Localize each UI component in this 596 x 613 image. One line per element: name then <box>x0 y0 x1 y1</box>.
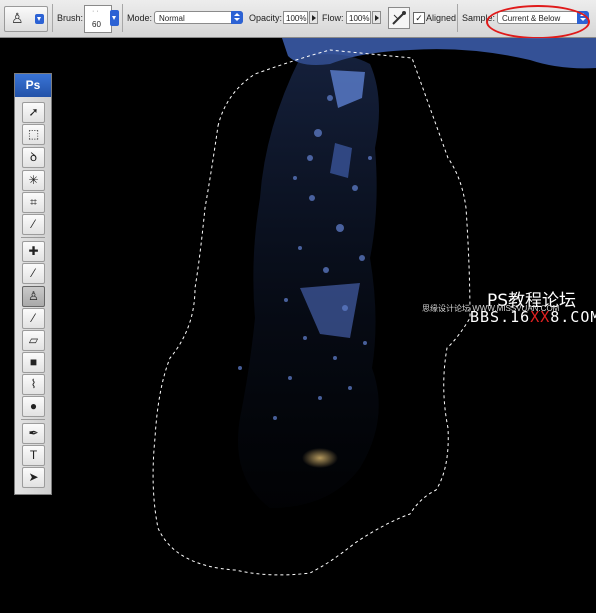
lasso-tool-icon[interactable]: ꝺ <box>22 147 45 168</box>
mode-select[interactable]: Normal <box>154 11 243 24</box>
brush-tip-icon: · · <box>92 8 99 15</box>
brush-tool-icon[interactable]: ⁄ <box>22 263 45 284</box>
aligned-checkbox[interactable]: ✓ <box>413 12 425 24</box>
opacity-input[interactable]: 100% <box>283 11 308 24</box>
flow-input[interactable]: 100% <box>346 11 371 24</box>
brush-label: Brush: <box>57 13 84 23</box>
airbrush-button[interactable] <box>388 7 410 29</box>
magic-wand-tool-icon[interactable]: ✳ <box>22 170 45 191</box>
divider <box>21 237 45 238</box>
options-bar: ♙ Brush: · · 60 Mode: Normal Opacity: 10… <box>0 0 596 39</box>
photoshop-logo[interactable]: Ps <box>15 74 51 97</box>
mode-value: Normal <box>159 14 185 23</box>
move-tool-icon[interactable]: ➚ <box>22 102 45 123</box>
history-brush-tool-icon[interactable]: ⁄ <box>22 308 45 329</box>
tool-preset-picker[interactable]: ♙ <box>4 6 48 32</box>
divider <box>457 4 458 32</box>
canvas-image <box>152 38 596 576</box>
opacity-slider-button[interactable] <box>309 11 318 24</box>
opacity-label: Opacity: <box>249 13 283 23</box>
toolbox-panel: Ps ➚ ⬚ ꝺ ✳ ⌗ ⁄ ✚ ⁄ ♙ ⁄ ▱ ■ ⌇ ● ✒ T ➤ <box>14 73 52 495</box>
marquee-tool-icon[interactable]: ⬚ <box>22 124 45 145</box>
clone-stamp-icon: ♙ <box>11 10 24 26</box>
divider <box>21 419 45 420</box>
aligned-label: Aligned <box>426 13 457 23</box>
mode-label: Mode: <box>127 13 153 23</box>
image-body <box>238 54 379 509</box>
pen-tool-icon[interactable]: ✒ <box>22 423 45 444</box>
document-canvas[interactable] <box>0 38 596 613</box>
select-arrows-icon <box>231 11 243 24</box>
slice-tool-icon[interactable]: ⁄ <box>22 214 45 235</box>
brush-size: 60 <box>92 20 101 29</box>
chevron-down-icon <box>35 14 44 24</box>
path-selection-tool-icon[interactable]: ➤ <box>22 467 45 488</box>
divider <box>122 4 123 32</box>
blur-tool-icon[interactable]: ⌇ <box>22 374 45 395</box>
healing-brush-tool-icon[interactable]: ✚ <box>22 241 45 262</box>
image-glow <box>302 448 338 468</box>
flow-slider-button[interactable] <box>372 11 381 24</box>
airbrush-icon <box>392 11 406 25</box>
brush-preview[interactable]: · · 60 <box>84 5 112 33</box>
brush-picker-button[interactable] <box>110 10 119 26</box>
type-tool-icon[interactable]: T <box>22 445 45 466</box>
eraser-tool-icon[interactable]: ▱ <box>22 330 45 351</box>
flow-label: Flow: <box>322 13 344 23</box>
highlight-circle <box>486 5 590 39</box>
gradient-tool-icon[interactable]: ■ <box>22 352 45 373</box>
crop-tool-icon[interactable]: ⌗ <box>22 192 45 213</box>
clone-stamp-tool-icon[interactable]: ♙ <box>22 286 45 307</box>
dodge-tool-icon[interactable]: ● <box>22 396 45 417</box>
divider <box>52 4 53 32</box>
